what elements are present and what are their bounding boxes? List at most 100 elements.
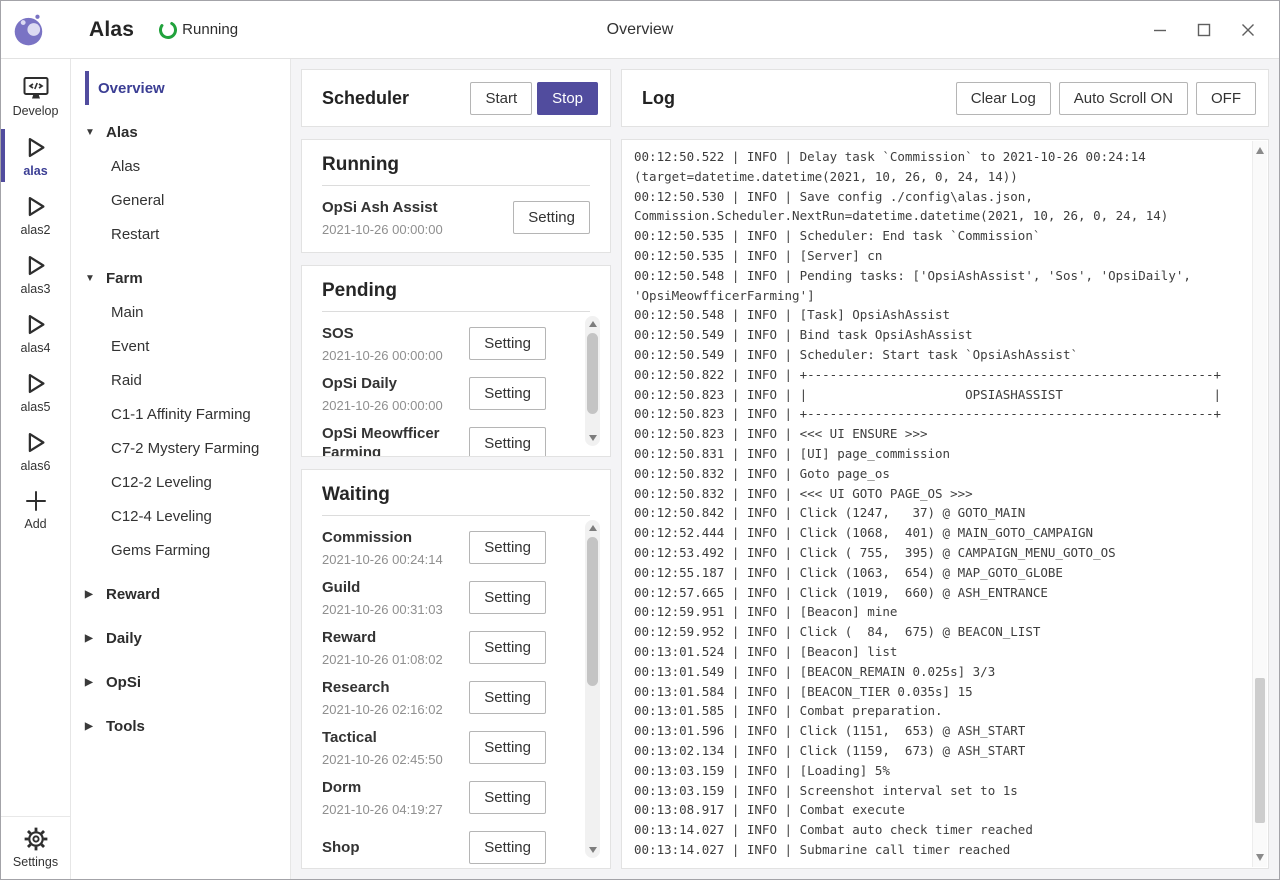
task-setting-button[interactable]: Setting xyxy=(469,831,546,864)
nav-item[interactable]: Gems Farming xyxy=(71,533,290,567)
pending-panel: Pending SOS 2021-10-26 00:00:00 xyxy=(301,265,611,457)
nav-item[interactable]: Overview xyxy=(85,71,290,105)
log-line: 00:12:53.492 | INFO | Click ( 755, 395) … xyxy=(634,543,1240,563)
scheduler-title: Scheduler xyxy=(322,88,470,109)
task-setting-button[interactable]: Setting xyxy=(469,531,546,564)
nav-item[interactable]: C12-4 Leveling xyxy=(71,499,290,533)
nav-item[interactable]: ▶ Reward xyxy=(71,577,290,611)
tree-arrow-icon: ▼ xyxy=(85,127,106,138)
nav-item[interactable]: ▶ Daily xyxy=(71,621,290,655)
pending-scrollbar[interactable] xyxy=(585,316,600,446)
log-line: 00:13:01.584 | INFO | [BEACON_TIER 0.035… xyxy=(634,682,1240,702)
scheduler-start-button[interactable]: Start xyxy=(470,82,532,115)
task-setting-button[interactable]: Setting xyxy=(469,731,546,764)
log-line: 'OpsiMeowfficerFarming'] xyxy=(634,286,1240,306)
rail-item-alas[interactable]: alas xyxy=(1,126,70,185)
rail-item-alas2[interactable]: alas2 xyxy=(1,185,70,244)
rail-item-label: alas4 xyxy=(21,341,51,355)
nav-item[interactable]: Main xyxy=(71,295,290,329)
rail-item-label: Add xyxy=(24,517,46,531)
scrollbar-thumb[interactable] xyxy=(587,333,598,414)
task-next-run: 2021-10-26 00:00:00 xyxy=(322,348,469,363)
rail-item-add[interactable]: Add xyxy=(1,480,70,539)
clear-log-button[interactable]: Clear Log xyxy=(956,82,1051,115)
log-line: 00:13:14.027 | INFO | Combat auto check … xyxy=(634,820,1240,840)
log-line: Commission.Scheduler.NextRun=datetime.da… xyxy=(634,206,1240,226)
gear-icon xyxy=(23,826,49,852)
task-setting-button[interactable]: Setting xyxy=(469,581,546,614)
task-name: OpSi Daily xyxy=(322,374,469,393)
log-line: 00:12:50.832 | INFO | Goto page_os xyxy=(634,464,1240,484)
task-setting-button[interactable]: Setting xyxy=(469,781,546,814)
scroll-up-icon xyxy=(589,321,597,327)
log-line: 00:12:50.842 | INFO | Click (1247, 37) @… xyxy=(634,503,1240,523)
maximize-button[interactable] xyxy=(1187,13,1221,47)
log-line: 00:13:01.549 | INFO | [BEACON_REMAIN 0.0… xyxy=(634,662,1240,682)
task-name: OpSi Ash Assist xyxy=(322,198,513,217)
nav-item-label: C7-2 Mystery Farming xyxy=(111,440,259,457)
nav-item[interactable]: Raid xyxy=(71,363,290,397)
task-row: Guild 2021-10-26 00:31:03 Setting xyxy=(322,572,546,622)
log-line: 00:12:57.665 | INFO | Click (1019, 660) … xyxy=(634,583,1240,603)
minimize-button[interactable] xyxy=(1143,13,1177,47)
nav-item[interactable]: C7-2 Mystery Farming xyxy=(71,431,290,465)
task-next-run: 2021-10-26 04:19:27 xyxy=(322,802,469,817)
nav-item[interactable]: ▶ OpSi xyxy=(71,665,290,699)
rail-item-label: alas2 xyxy=(21,223,51,237)
rail-item-develop[interactable]: Develop xyxy=(1,67,70,126)
nav-item[interactable]: C1-1 Affinity Farming xyxy=(71,397,290,431)
task-next-run: 2021-10-26 02:16:02 xyxy=(322,702,469,717)
task-name: Dorm xyxy=(322,778,469,797)
nav-item[interactable]: Alas xyxy=(71,149,290,183)
task-name: Shop xyxy=(322,838,469,857)
nav-item[interactable]: C12-2 Leveling xyxy=(71,465,290,499)
nav-item[interactable]: ▼ Alas xyxy=(71,115,290,149)
log-line: 00:12:50.549 | INFO | Bind task OpsiAshA… xyxy=(634,325,1240,345)
task-row: Tactical 2021-10-26 02:45:50 Setting xyxy=(322,722,546,772)
rail-item-alas5[interactable]: alas5 xyxy=(1,362,70,421)
tree-arrow-icon: ▶ xyxy=(85,721,106,732)
nav-item-label: Daily xyxy=(106,630,142,647)
status-label: Running xyxy=(182,21,238,38)
task-next-run: 2021-10-26 00:31:03 xyxy=(322,602,469,617)
rail-item-label: Settings xyxy=(13,855,58,869)
maximize-icon xyxy=(1196,22,1212,38)
close-button[interactable] xyxy=(1231,13,1265,47)
task-setting-button[interactable]: Setting xyxy=(469,681,546,714)
nav-item-label: Reward xyxy=(106,586,160,603)
scheduler-status: Running xyxy=(158,20,238,40)
task-setting-button[interactable]: Setting xyxy=(469,377,546,410)
task-name: Research xyxy=(322,678,469,697)
rail-item-settings[interactable]: Settings xyxy=(1,816,70,879)
nav-item-label: C12-4 Leveling xyxy=(111,508,212,525)
nav-item[interactable]: General xyxy=(71,183,290,217)
auto-scroll-off-button[interactable]: OFF xyxy=(1196,82,1256,115)
nav-item-label: Overview xyxy=(98,80,165,97)
task-setting-button[interactable]: Setting xyxy=(469,427,546,457)
task-name: Guild xyxy=(322,578,469,597)
rail-item-label: alas xyxy=(23,164,47,178)
task-setting-button[interactable]: Setting xyxy=(469,631,546,664)
nav-item[interactable]: Restart xyxy=(71,217,290,251)
scrollbar-thumb[interactable] xyxy=(587,537,598,686)
scroll-down-icon xyxy=(1256,854,1264,861)
nav-item[interactable]: ▶ Tools xyxy=(71,709,290,743)
rail-item-label: Develop xyxy=(13,104,59,118)
play-icon xyxy=(22,134,49,161)
log-scrollbar[interactable] xyxy=(1252,141,1267,867)
task-setting-button[interactable]: Setting xyxy=(513,201,590,234)
rail-item-alas4[interactable]: alas4 xyxy=(1,303,70,362)
nav-item[interactable]: Event xyxy=(71,329,290,363)
tree-arrow-icon: ▶ xyxy=(85,677,106,688)
scrollbar-thumb[interactable] xyxy=(1255,678,1265,823)
auto-scroll-on-button[interactable]: Auto Scroll ON xyxy=(1059,82,1188,115)
task-setting-button[interactable]: Setting xyxy=(469,327,546,360)
rail-item-label: alas5 xyxy=(21,400,51,414)
nav-item[interactable]: ▼ Farm xyxy=(71,261,290,295)
rail-item-alas3[interactable]: alas3 xyxy=(1,244,70,303)
waiting-scrollbar[interactable] xyxy=(585,520,600,858)
task-name: OpSi Meowfficer Farming xyxy=(322,424,469,456)
scroll-down-icon xyxy=(589,847,597,853)
scheduler-stop-button[interactable]: Stop xyxy=(537,82,598,115)
rail-item-alas6[interactable]: alas6 xyxy=(1,421,70,480)
